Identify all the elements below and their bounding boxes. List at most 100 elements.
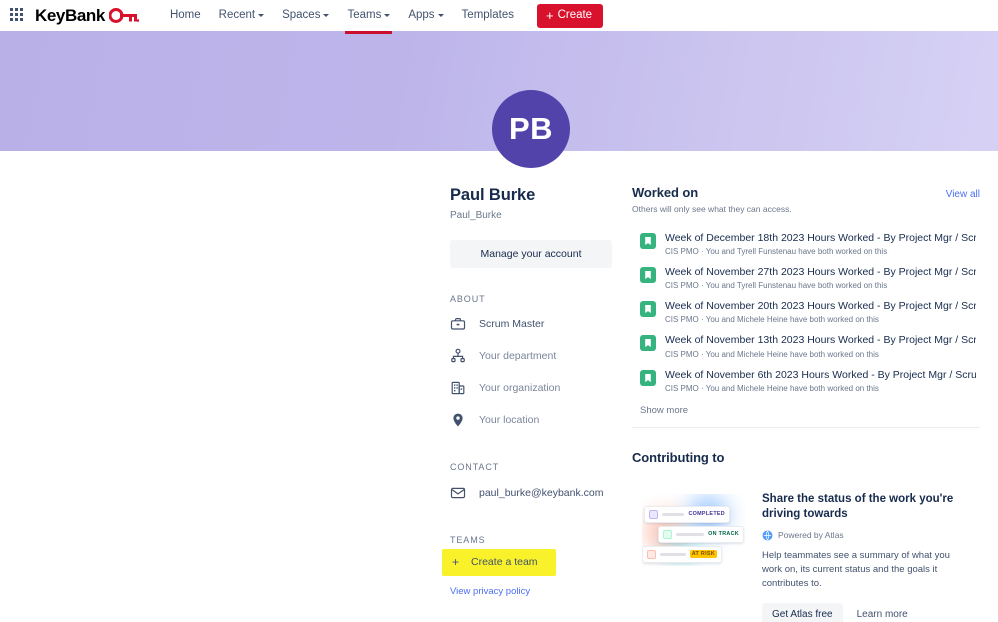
learn-more-button[interactable]: Learn more: [853, 603, 912, 622]
list-item[interactable]: Week of November 6th 2023 Hours Worked -…: [632, 364, 980, 398]
worked-on-header: Worked on View all: [632, 185, 980, 200]
atlas-powered-label: Powered by Atlas: [778, 530, 844, 541]
pill-bar: [676, 532, 705, 536]
contact-section-title: CONTACT: [450, 462, 500, 472]
org-chart-icon: [451, 348, 465, 363]
nav-links: Home Recent Spaces Teams Apps Templates: [161, 2, 523, 34]
list-item-title: Week of November 27th 2023 Hours Worked …: [665, 266, 976, 279]
chevron-down-icon: [258, 14, 265, 17]
nav-item-label: Teams: [347, 9, 382, 21]
avatar[interactable]: PB: [492, 90, 570, 168]
about-section-title: ABOUT: [450, 294, 486, 304]
nav-item-recent[interactable]: Recent: [210, 2, 273, 29]
page-title: Paul Burke: [450, 186, 536, 204]
plus-icon: +: [452, 555, 460, 569]
nav-item-label: Templates: [461, 9, 514, 21]
content-columns: PB Paul Burke Paul_Burke Manage your acc…: [0, 90, 998, 622]
worked-on-title: Worked on: [632, 185, 699, 200]
contributing-title: Contributing to: [632, 449, 725, 465]
key-icon: [108, 8, 139, 23]
status-pill-completed: COMPLETED: [644, 505, 730, 523]
list-item-title: Week of December 18th 2023 Hours Worked …: [665, 232, 976, 244]
about-row-location[interactable]: Your location: [450, 404, 612, 436]
plus-icon: +: [545, 7, 554, 23]
brand-name: KeyBank: [35, 5, 105, 25]
nav-item-templates[interactable]: Templates: [453, 2, 523, 29]
contact-row-email[interactable]: paul_burke@keybank.com: [450, 476, 612, 509]
confluence-page-icon: [640, 369, 656, 386]
about-row-job-title[interactable]: Scrum Master: [450, 308, 612, 340]
list-item[interactable]: Week of November 13th 2023 Hours Worked …: [632, 329, 980, 363]
chevron-down-icon: [323, 14, 330, 17]
get-atlas-free-button[interactable]: Get Atlas free: [762, 603, 843, 622]
email-value: paul_burke@keybank.com: [479, 487, 604, 499]
location-pin-icon: [453, 413, 463, 427]
list-item-meta: CIS PMO · You and Tyrell Funstenau have …: [665, 281, 888, 291]
worked-on-list: Week of December 18th 2023 Hours Worked …: [632, 227, 980, 398]
page-body: PB Paul Burke Paul_Burke Manage your acc…: [0, 90, 998, 622]
list-item[interactable]: Week of November 20th 2023 Hours Worked …: [632, 295, 980, 329]
show-more-button[interactable]: Show more: [632, 398, 688, 427]
pill-icon: [649, 509, 658, 519]
pill-label: ON TRACK: [708, 531, 739, 538]
list-item[interactable]: Week of November 27th 2023 Hours Worked …: [632, 261, 980, 295]
list-item-title: Week of November 13th 2023 Hours Worked …: [665, 334, 976, 347]
atlas-description: Help teammates see a summary of what you…: [762, 549, 950, 589]
activity-column: Worked on View all Others will only see …: [632, 185, 980, 622]
about-row-label: Your department: [479, 350, 557, 362]
list-item-title: Week of November 20th 2023 Hours Worked …: [665, 300, 976, 313]
contributing-header: Contributing to: [632, 450, 980, 465]
section-divider: [632, 426, 980, 428]
nav-item-label: Apps: [408, 9, 435, 21]
nav-item-home[interactable]: Home: [161, 2, 210, 29]
list-item-title: Week of November 6th 2023 Hours Worked -…: [665, 368, 976, 381]
privacy-policy-link[interactable]: View privacy policy: [450, 586, 530, 597]
atlas-illustration: COMPLETED ON TRACK AT RISK: [642, 494, 746, 566]
envelope-icon: [450, 487, 466, 499]
manage-account-button[interactable]: Manage your account: [450, 240, 612, 268]
about-row-label: Your organization: [479, 382, 561, 394]
about-row-label: Your location: [479, 414, 540, 426]
worked-on-view-all-link[interactable]: View all: [946, 189, 980, 200]
atlas-title: Share the status of the work you're driv…: [762, 492, 954, 520]
worked-on-subtitle: Others will only see what they can acces…: [632, 204, 792, 214]
avatar-initials: PB: [508, 111, 554, 146]
profile-sidebar: PB Paul Burke Paul_Burke Manage your acc…: [442, 90, 612, 622]
chevron-down-icon: [437, 14, 444, 17]
about-row-organization[interactable]: Your organization: [450, 372, 612, 404]
pill-label: AT RISK: [689, 550, 717, 559]
status-pill-on-track: ON TRACK: [658, 525, 744, 543]
about-row-label: Scrum Master: [479, 318, 545, 330]
nav-item-spaces[interactable]: Spaces: [273, 2, 338, 29]
pill-bar: [662, 512, 685, 516]
confluence-page-icon: [640, 335, 656, 352]
atlas-promo-card: COMPLETED ON TRACK AT RISK Share the sta…: [632, 476, 980, 622]
list-item-meta: CIS PMO · You and Tyrell Funstenau have …: [665, 247, 888, 257]
app-switcher-icon[interactable]: [10, 7, 26, 24]
atlas-powered-by: Powered by Atlas: [762, 530, 972, 541]
list-item-meta: CIS PMO · You and Michele Heine have bot…: [665, 383, 879, 393]
confluence-page-icon: [640, 301, 656, 318]
nav-item-apps[interactable]: Apps: [399, 2, 452, 29]
pill-icon: [647, 549, 656, 559]
about-row-department[interactable]: Your department: [450, 340, 612, 372]
create-button[interactable]: + Create: [536, 3, 604, 28]
confluence-page-icon: [640, 233, 656, 249]
nav-item-teams[interactable]: Teams: [338, 2, 399, 34]
nav-item-label: Spaces: [282, 9, 321, 21]
profile-handle: Paul_Burke: [450, 210, 502, 221]
list-item-meta: CIS PMO · You and Michele Heine have bot…: [665, 349, 879, 359]
chevron-down-icon: [384, 14, 391, 17]
create-team-label: Create a team: [471, 556, 538, 568]
create-button-label: Create: [557, 9, 593, 21]
atlas-icon: [762, 530, 773, 541]
pill-icon: [663, 529, 672, 539]
keybank-logo[interactable]: KeyBank: [35, 6, 139, 26]
briefcase-icon: [450, 318, 466, 330]
top-navigation-bar: KeyBank Home Recent Spaces Teams Apps Te…: [0, 0, 998, 34]
building-icon: [451, 381, 465, 395]
list-item[interactable]: Week of December 18th 2023 Hours Worked …: [632, 227, 980, 261]
pill-label: COMPLETED: [688, 511, 725, 518]
list-item-meta: CIS PMO · You and Michele Heine have bot…: [665, 315, 879, 325]
create-team-button[interactable]: + Create a team: [442, 549, 556, 576]
